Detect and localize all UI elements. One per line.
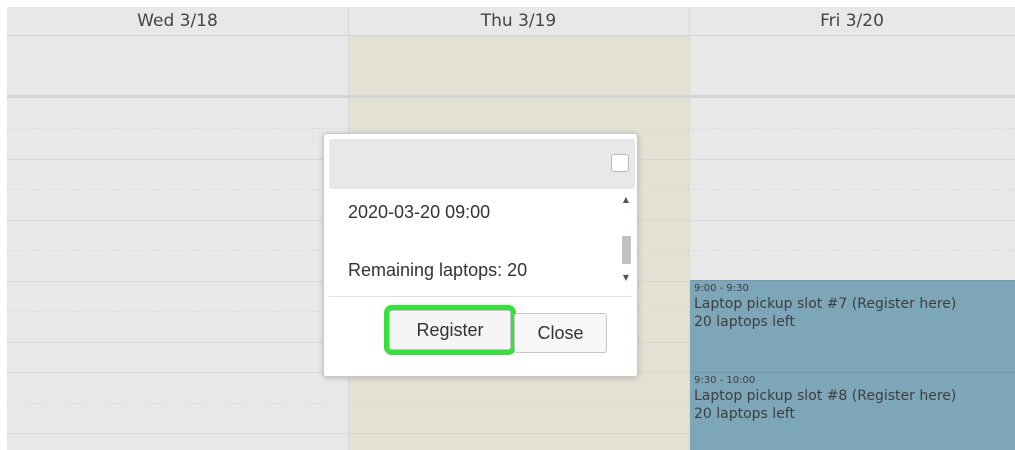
popup-divider xyxy=(329,296,632,297)
event-description: 20 laptops left xyxy=(694,314,795,330)
register-button[interactable]: Register xyxy=(389,310,511,350)
event-slot-7[interactable]: 9:00 - 9:30 Laptop pickup slot #7 (Regis… xyxy=(690,280,1015,372)
event-time: 9:30 - 10:00 xyxy=(694,375,756,386)
slot-line xyxy=(7,128,1015,129)
event-time: 9:00 - 9:30 xyxy=(694,283,749,294)
day-header-wed[interactable]: Wed 3/18 xyxy=(7,7,348,36)
scroll-up-icon[interactable]: ▲ xyxy=(619,193,633,205)
checkbox-icon[interactable] xyxy=(611,154,629,172)
event-description: 20 laptops left xyxy=(694,406,795,422)
all-day-row[interactable] xyxy=(7,35,1015,95)
event-title: Laptop pickup slot #8 (Register here) xyxy=(694,388,957,404)
scroll-thumb[interactable] xyxy=(622,236,631,264)
popup-header xyxy=(329,139,635,189)
all-day-separator xyxy=(7,95,1015,98)
popup-datetime: 2020-03-20 09:00 xyxy=(348,202,491,222)
day-header-thu[interactable]: Thu 3/19 xyxy=(348,7,689,36)
close-button[interactable]: Close xyxy=(514,313,607,353)
popup-body: 2020-03-20 09:00 Remaining laptops: 20 ▲… xyxy=(329,191,635,289)
popup-scrollbar[interactable]: ▲ ▼ xyxy=(619,191,633,289)
scroll-down-icon[interactable]: ▼ xyxy=(619,271,633,283)
popup-remaining-laptops: Remaining laptops: 20 xyxy=(348,260,528,280)
event-title: Laptop pickup slot #7 (Register here) xyxy=(694,296,957,312)
event-slot-8[interactable]: 9:30 - 10:00 Laptop pickup slot #8 (Regi… xyxy=(690,372,1015,450)
event-popup: 2020-03-20 09:00 Remaining laptops: 20 ▲… xyxy=(323,133,638,377)
day-header-fri[interactable]: Fri 3/20 xyxy=(689,7,1015,36)
